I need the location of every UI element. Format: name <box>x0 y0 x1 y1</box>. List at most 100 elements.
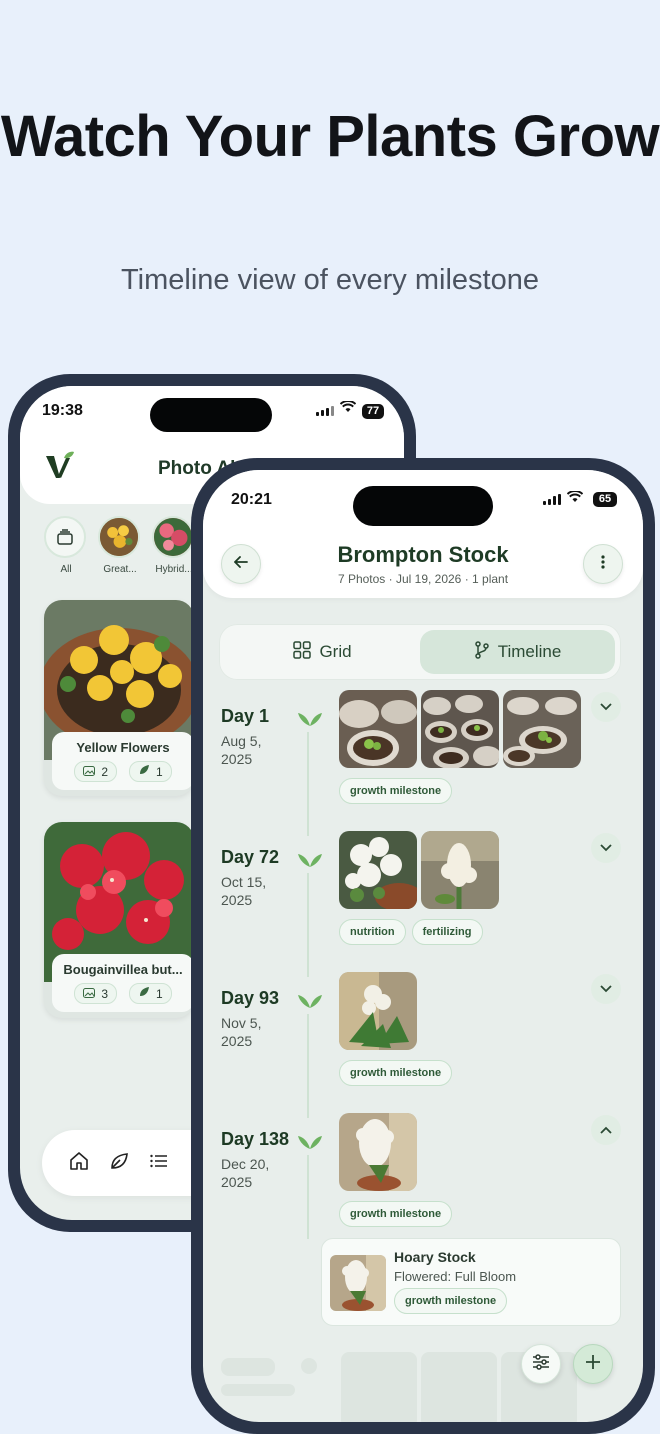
expand-button[interactable] <box>591 692 621 722</box>
day-label: Day 72 <box>221 847 280 867</box>
album-meta: 7 Photos · Jul 19, 2026 · 1 plant <box>337 572 509 586</box>
wifi-icon <box>566 490 584 506</box>
filter-great[interactable]: Great... <box>98 516 142 575</box>
album-header: 20:21 65 Brompton Stock 7 Photos · Jul 1… <box>203 470 643 598</box>
day-date: Oct 15, 2025 <box>221 874 267 908</box>
chevron-down-icon <box>600 839 612 857</box>
sprout-icon <box>297 708 323 733</box>
tab-grid[interactable]: Grid <box>225 630 420 674</box>
timeline-entry: Day 72 Oct 15, 2025 nutrition fertilizin… <box>221 831 621 977</box>
plant-name: Hoary Stock <box>394 1249 476 1265</box>
plus-icon <box>585 1354 601 1375</box>
tab-grid-label: Grid <box>319 642 352 661</box>
timeline-entry: Day 93 Nov 5, 2025 growth milestone <box>221 972 621 1118</box>
plant-count: 1 <box>129 761 172 782</box>
photo-count-value: 2 <box>101 764 108 779</box>
entry-photos <box>339 831 499 909</box>
dynamic-island <box>150 398 272 432</box>
add-photo-button[interactable] <box>573 1344 613 1384</box>
album-info: Bougainvillea but... 3 1 <box>52 954 194 1012</box>
wifi-icon <box>339 400 357 416</box>
entry-photos <box>339 690 581 768</box>
album-card-yellow-flowers[interactable]: Yellow Flowers 2 1 <box>44 600 194 796</box>
loading-placeholder <box>221 1384 295 1396</box>
timeline-line <box>307 732 309 836</box>
dynamic-island <box>353 486 493 526</box>
list-icon[interactable] <box>148 1150 170 1177</box>
front-phone: 20:21 65 Brompton Stock 7 Photos · Jul 1… <box>191 458 655 1434</box>
app-logo-icon <box>44 450 76 487</box>
chevron-down-icon <box>600 698 612 716</box>
leaf-tab-icon[interactable] <box>108 1150 130 1177</box>
timeline-photo[interactable] <box>339 1113 417 1191</box>
filter-thumbnail <box>152 516 194 558</box>
tag-chip[interactable]: growth milestone <box>394 1288 508 1314</box>
timeline-photo[interactable] <box>503 690 581 768</box>
image-icon <box>83 765 96 779</box>
filter-button[interactable] <box>521 1344 561 1384</box>
album-name: Yellow Flowers <box>76 740 170 755</box>
plant-status: Flowered: Full Bloom <box>394 1269 517 1284</box>
expand-button[interactable] <box>591 974 621 1004</box>
status-time: 20:21 <box>231 491 272 508</box>
timeline-photo[interactable] <box>339 831 417 909</box>
filter-hybrid[interactable]: Hybrid... <box>152 516 196 575</box>
album-filters: All Great... Hybrid... <box>44 516 196 575</box>
tag-chip[interactable]: fertilizing <box>411 919 483 945</box>
entry-tags: growth milestone <box>339 1060 453 1086</box>
loading-placeholder <box>221 1358 275 1376</box>
loading-placeholder <box>421 1352 497 1422</box>
album-name: Bougainvillea but... <box>63 962 183 977</box>
photo-count: 3 <box>74 983 117 1004</box>
tag-chip[interactable]: growth milestone <box>339 1060 453 1086</box>
signal-icon <box>316 406 334 416</box>
collapse-button[interactable] <box>591 1115 621 1145</box>
filter-thumbnail <box>98 516 140 558</box>
filter-all[interactable]: All <box>44 516 88 575</box>
signal-icon <box>543 494 561 505</box>
timeline-line <box>307 1155 309 1239</box>
image-icon <box>83 987 96 1001</box>
leaf-icon <box>138 986 150 1001</box>
tag-chip[interactable]: growth milestone <box>339 1201 453 1227</box>
entry-photos <box>339 972 417 1050</box>
hero-title: Watch Your Plants Grow <box>0 104 660 169</box>
filter-label: All <box>60 564 72 575</box>
timeline-photo[interactable] <box>421 690 499 768</box>
timeline-photo[interactable] <box>421 831 499 909</box>
view-toggle: Grid Timeline <box>219 624 621 680</box>
tab-timeline[interactable]: Timeline <box>420 630 615 674</box>
stack-icon <box>44 516 86 558</box>
timeline-line <box>307 873 309 977</box>
album-info: Yellow Flowers 2 1 <box>52 732 194 790</box>
battery-indicator: 77 <box>362 404 384 419</box>
day-date: Nov 5, 2025 <box>221 1015 262 1049</box>
day-date: Dec 20, 2025 <box>221 1156 270 1190</box>
more-options-button[interactable] <box>583 544 623 584</box>
git-branch-icon <box>474 640 490 664</box>
home-icon[interactable] <box>68 1150 90 1177</box>
sprout-icon <box>297 1131 323 1156</box>
plant-card[interactable]: Hoary Stock Flowered: Full Bloom growth … <box>321 1238 621 1326</box>
album-card-bougainvillea[interactable]: Bougainvillea but... 3 1 <box>44 822 194 1018</box>
sliders-icon <box>532 1353 550 1375</box>
battery-indicator: 65 <box>593 492 617 507</box>
loading-placeholder <box>301 1358 317 1374</box>
tag-chip[interactable]: nutrition <box>339 919 406 945</box>
expand-button[interactable] <box>591 833 621 863</box>
timeline-line <box>307 1014 309 1118</box>
plant-count: 1 <box>129 983 172 1004</box>
timeline-photo[interactable] <box>339 972 417 1050</box>
day-label: Day 138 <box>221 1129 290 1149</box>
timeline-photo[interactable] <box>339 690 417 768</box>
front-phone-screen: 20:21 65 Brompton Stock 7 Photos · Jul 1… <box>203 470 643 1422</box>
sprout-icon <box>297 849 323 874</box>
grid-icon <box>293 640 312 664</box>
leaf-icon <box>138 764 150 779</box>
chevron-up-icon <box>600 1121 612 1139</box>
tag-chip[interactable]: growth milestone <box>339 778 453 804</box>
loading-placeholder <box>341 1352 417 1422</box>
more-vertical-icon <box>601 554 605 574</box>
status-time: 19:38 <box>42 402 83 419</box>
chevron-down-icon <box>600 980 612 998</box>
